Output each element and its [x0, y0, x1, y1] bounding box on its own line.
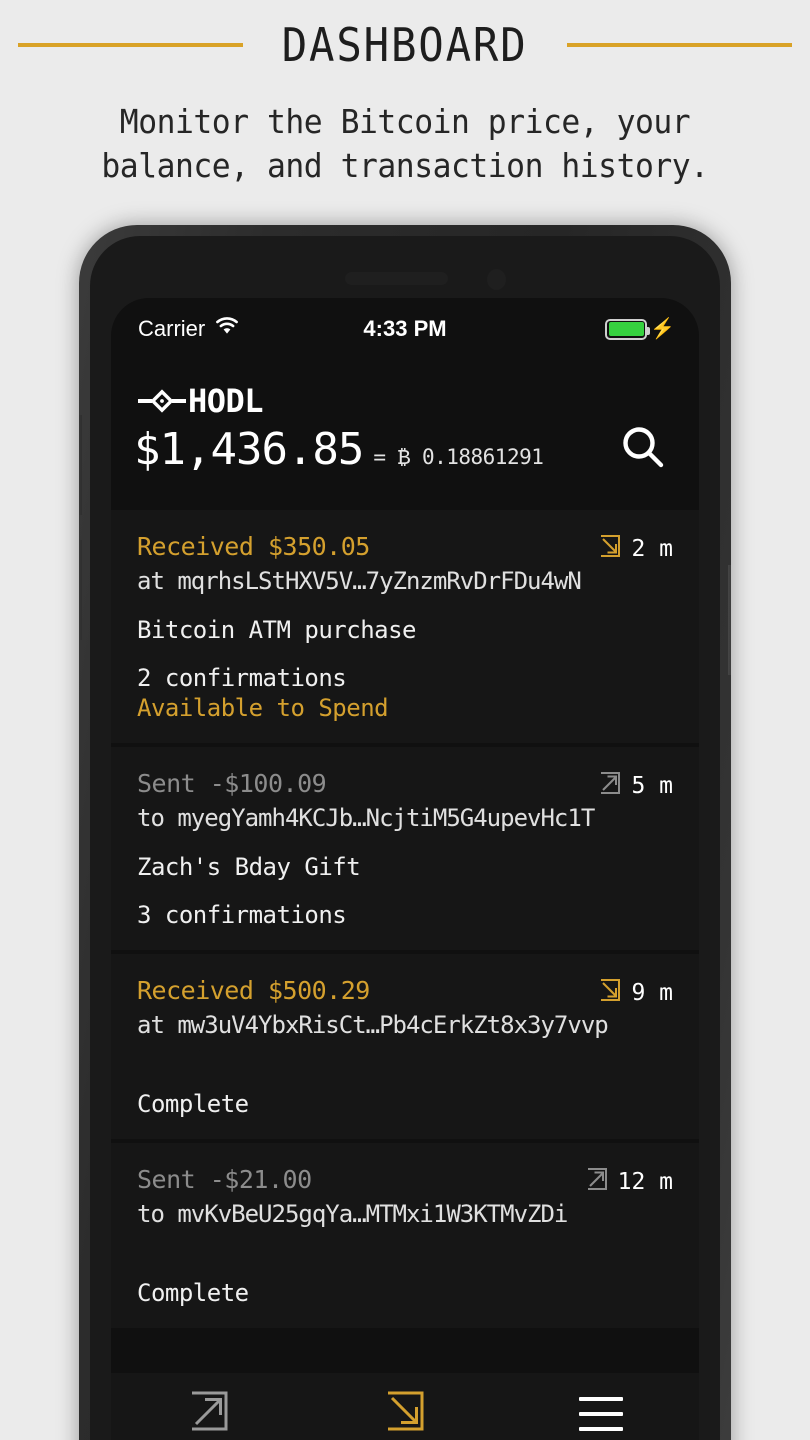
app-header: HODL $1,436.85 = ₿ 0.18861291	[111, 360, 699, 510]
power-button[interactable]	[728, 565, 731, 675]
transaction-extra-status: Available to Spend	[137, 694, 389, 722]
battery-icon	[605, 318, 651, 340]
bottom-tab-bar: SEND RECEIVE	[111, 1373, 699, 1440]
transaction-header: Sent -$100.09 5 m	[137, 769, 673, 801]
promo-header: DASHBOARD	[0, 0, 810, 90]
phone-mockup: Carrier 4:33 PM ⚡ HODL $1,436.85 = ₿ 0.1…	[79, 225, 731, 1440]
lightning-bolt-icon: ⚡	[650, 318, 675, 340]
arrow-down-right-box-icon	[598, 978, 622, 1008]
tab-send[interactable]: SEND	[111, 1389, 307, 1440]
transaction-status: Complete	[137, 1090, 249, 1118]
transaction-title: Received $350.05	[137, 532, 370, 561]
search-icon	[615, 427, 671, 480]
transaction-note-spacer	[137, 1041, 673, 1071]
arrow-up-right-box-icon	[585, 1167, 609, 1197]
phone-bezel: Carrier 4:33 PM ⚡ HODL $1,436.85 = ₿ 0.1…	[90, 236, 720, 1440]
transaction-address: at mw3uV4YbxRisCt…Pb4cErkZt8x3y7vvp	[137, 1011, 609, 1039]
transaction-title: Received $500.29	[137, 976, 370, 1005]
transaction-list[interactable]: Received $350.05 2 m at mqrhsLStHXV5V…7y…	[111, 510, 699, 1440]
promo-screenshot: DASHBOARD Monitor the Bitcoin price, you…	[0, 0, 810, 1440]
transaction-header: Received $350.05 2 m	[137, 532, 673, 564]
transaction-address: at mqrhsLStHXV5V…7yZnzmRvDrFDu4wN	[137, 567, 582, 595]
transaction-header: Sent -$21.00 12 m	[137, 1165, 673, 1197]
table-row[interactable]: Sent -$21.00 12 m to mvKvBeU25gqYa…MTMxi…	[111, 1143, 699, 1328]
search-button[interactable]	[615, 420, 671, 476]
transaction-time: 5 m	[631, 773, 673, 799]
front-camera-icon	[487, 269, 506, 290]
transaction-note: Zach's Bday Gift	[137, 853, 361, 881]
arrow-down-right-box-icon	[598, 534, 622, 564]
volume-down-button[interactable]	[79, 540, 82, 640]
transaction-status: 2 confirmations	[137, 664, 347, 692]
transaction-meta: 5 m	[598, 769, 673, 801]
diamond-logo-icon	[138, 388, 186, 414]
transaction-address: to mvKvBeU25gqYa…MTMxi1W3KTMvZDi	[137, 1200, 568, 1228]
table-row[interactable]: Received $350.05 2 m at mqrhsLStHXV5V…7y…	[111, 510, 699, 743]
earpiece-speaker	[345, 272, 448, 285]
table-row[interactable]: Sent -$100.09 5 m to myegYamh4KCJb…Ncjti…	[111, 747, 699, 950]
status-bar-right: ⚡	[605, 318, 675, 340]
app-logo-text: HODL	[188, 382, 264, 420]
title-rule-right	[566, 43, 792, 47]
hamburger-icon	[579, 1396, 623, 1431]
arrow-up-right-box-icon	[598, 771, 622, 801]
transaction-meta: 9 m	[598, 976, 673, 1008]
transaction-header: Received $500.29 9 m	[137, 976, 673, 1008]
transaction-note: Bitcoin ATM purchase	[137, 616, 416, 644]
arrow-down-right-box-icon	[383, 1389, 427, 1438]
transaction-time: 2 m	[631, 536, 673, 562]
transaction-title: Sent -$100.09	[137, 769, 327, 798]
transaction-time: 12 m	[617, 1169, 673, 1195]
tab-menu[interactable]: MENU	[503, 1396, 699, 1440]
transaction-meta: 2 m	[598, 532, 673, 564]
page-title: DASHBOARD	[282, 18, 528, 72]
tab-receive[interactable]: RECEIVE	[307, 1389, 503, 1440]
transaction-address: to myegYamh4KCJb…NcjtiM5G4upevHc1T	[137, 804, 595, 832]
transaction-status: Complete	[137, 1279, 249, 1307]
transaction-note-spacer	[137, 1230, 673, 1260]
balance-btc: = ₿ 0.18861291	[373, 445, 544, 469]
promo-subtitle-line2: balance, and transaction history.	[101, 146, 709, 185]
arrow-up-right-box-icon	[187, 1389, 231, 1438]
title-rule-left	[18, 43, 244, 47]
volume-up-button[interactable]	[79, 415, 82, 515]
transaction-meta: 12 m	[585, 1165, 673, 1197]
balance-fiat: $1,436.85	[134, 424, 364, 475]
status-bar: Carrier 4:33 PM ⚡	[111, 298, 699, 360]
balance-row: $1,436.85 = ₿ 0.18861291	[134, 424, 544, 475]
transaction-time: 9 m	[631, 980, 673, 1006]
transaction-title: Sent -$21.00	[137, 1165, 312, 1194]
table-row[interactable]: Received $500.29 9 m at mw3uV4YbxRisCt…P…	[111, 954, 699, 1139]
promo-subtitle: Monitor the Bitcoin price, your balance,…	[0, 100, 810, 188]
app-logo: HODL	[138, 382, 264, 420]
promo-subtitle-line1: Monitor the Bitcoin price, your	[119, 102, 691, 141]
phone-screen: Carrier 4:33 PM ⚡ HODL $1,436.85 = ₿ 0.1…	[111, 298, 699, 1440]
transaction-status: 3 confirmations	[137, 901, 347, 929]
